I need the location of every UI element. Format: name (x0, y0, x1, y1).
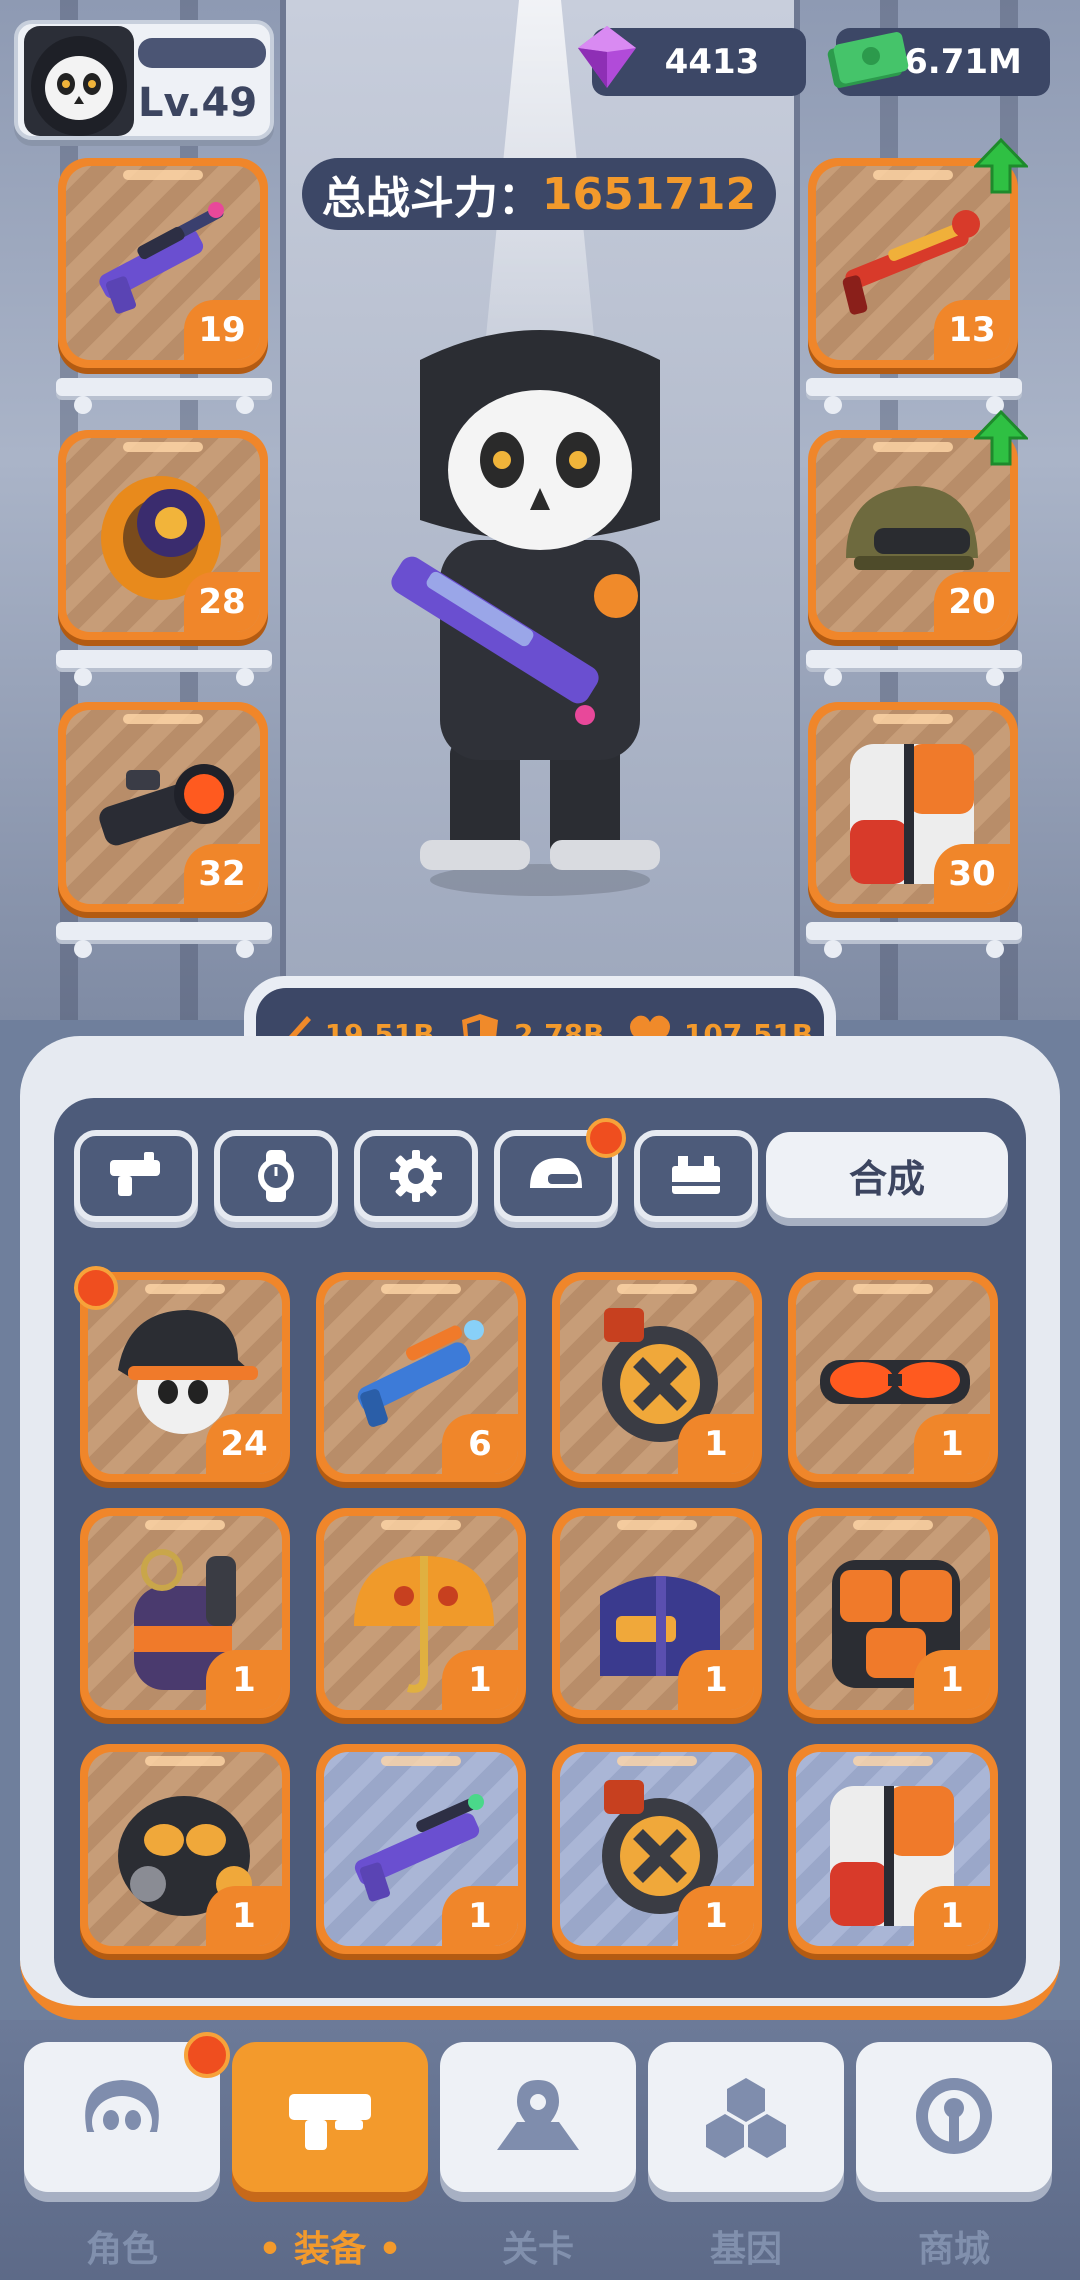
nav-label-genes: 基因 (709, 2229, 782, 2270)
notification-badge (586, 1118, 626, 1158)
inventory-item[interactable]: 6 (316, 1272, 526, 1482)
equip-slot-scope[interactable]: 32 (58, 702, 268, 912)
gun-icon (289, 2094, 371, 2150)
cash-count: 6.71M (904, 42, 1022, 82)
nav-label-character: 角色 (85, 2229, 158, 2270)
total-power-value: 1651712 (541, 168, 757, 220)
shelf (56, 922, 272, 958)
watch-tab-icon (258, 1150, 294, 1202)
inventory-item[interactable]: 1 (80, 1508, 290, 1718)
gear-tab-icon (390, 1150, 442, 1202)
armor-tab-icon (672, 1156, 720, 1194)
item-count: 24 (206, 1414, 282, 1474)
nav-label-shop: 商城 (917, 2229, 990, 2270)
player-level: Lv.49 (138, 80, 258, 126)
item-count: 1 (678, 1650, 754, 1710)
notification-badge (184, 2032, 230, 2078)
shop-icon (916, 2078, 992, 2154)
shelf (806, 922, 1022, 958)
item-count: 1 (442, 1650, 518, 1710)
player-profile-card[interactable]: Lv.49 (14, 20, 274, 140)
item-count: 13 (934, 300, 1010, 360)
item-count: 19 (184, 300, 260, 360)
item-count: 1 (442, 1886, 518, 1946)
skull-icon (85, 2080, 159, 2148)
item-count: 20 (934, 572, 1010, 632)
cash-icon (827, 32, 909, 88)
inventory-item[interactable]: 1 (552, 1744, 762, 1954)
inventory-item[interactable]: 1 (552, 1272, 762, 1482)
merge-button[interactable]: 合成 (766, 1132, 1008, 1218)
helmet-tab-icon (530, 1158, 582, 1188)
inventory-item[interactable]: 1 (80, 1744, 290, 1954)
tab-helmets[interactable] (494, 1118, 626, 1222)
equip-slot-weapon[interactable]: 19 (58, 158, 268, 368)
nav-label-equipment: • 装备 • (258, 2229, 402, 2270)
hexagons-icon (706, 2078, 786, 2158)
equip-slot-armor[interactable]: 30 (808, 702, 1018, 912)
gem-icon (578, 26, 636, 88)
weapon-tab-icon (110, 1152, 160, 1196)
item-count: 6 (442, 1414, 518, 1474)
inventory-item[interactable]: 1 (788, 1508, 998, 1718)
shelf (806, 650, 1022, 686)
item-count: 1 (206, 1650, 282, 1710)
tab-weapons[interactable] (74, 1130, 198, 1222)
item-count: 1 (914, 1414, 990, 1474)
gem-count: 4413 (664, 42, 760, 82)
item-count: 32 (184, 844, 260, 904)
bottom-navigation: 角色 • 装备 • 关卡 基因 商城 (0, 2020, 1080, 2280)
tab-accessories[interactable] (214, 1130, 338, 1222)
item-count: 28 (184, 572, 260, 632)
tab-parts[interactable] (354, 1130, 478, 1222)
nav-equipment[interactable] (232, 2042, 428, 2192)
nav-character[interactable] (24, 2032, 230, 2192)
nav-genes[interactable] (648, 2042, 844, 2192)
nav-shop[interactable] (856, 2042, 1052, 2192)
total-power-label: 总战斗力： (321, 173, 542, 224)
item-count: 1 (206, 1886, 282, 1946)
xp-progress-bar (138, 38, 266, 68)
inventory-item[interactable]: 1 (788, 1744, 998, 1954)
nav-stages[interactable] (440, 2042, 636, 2192)
tab-armor[interactable] (634, 1130, 758, 1222)
inventory-item[interactable]: 24 (74, 1266, 290, 1482)
shelf (56, 650, 272, 686)
inventory-item[interactable]: 1 (552, 1508, 762, 1718)
avatar (24, 26, 134, 136)
map-pin-icon (497, 2080, 579, 2150)
inventory-item[interactable]: 1 (316, 1744, 526, 1954)
shelf (56, 378, 272, 414)
inventory-item[interactable]: 1 (788, 1272, 998, 1482)
nav-label-stages: 关卡 (501, 2229, 574, 2270)
item-count: 30 (934, 844, 1010, 904)
inventory-item[interactable]: 1 (316, 1508, 526, 1718)
item-count: 1 (914, 1650, 990, 1710)
shelf (806, 378, 1022, 414)
player-character (391, 330, 660, 896)
item-count: 1 (678, 1886, 754, 1946)
total-power-banner: 总战斗力： 1651712 (302, 158, 776, 230)
item-count: 1 (678, 1414, 754, 1474)
item-count: 1 (914, 1886, 990, 1946)
equip-slot-ring[interactable]: 28 (58, 430, 268, 640)
notification-badge (74, 1266, 118, 1310)
upgrade-arrow-icon (974, 410, 1028, 466)
upgrade-arrow-icon (974, 138, 1028, 194)
